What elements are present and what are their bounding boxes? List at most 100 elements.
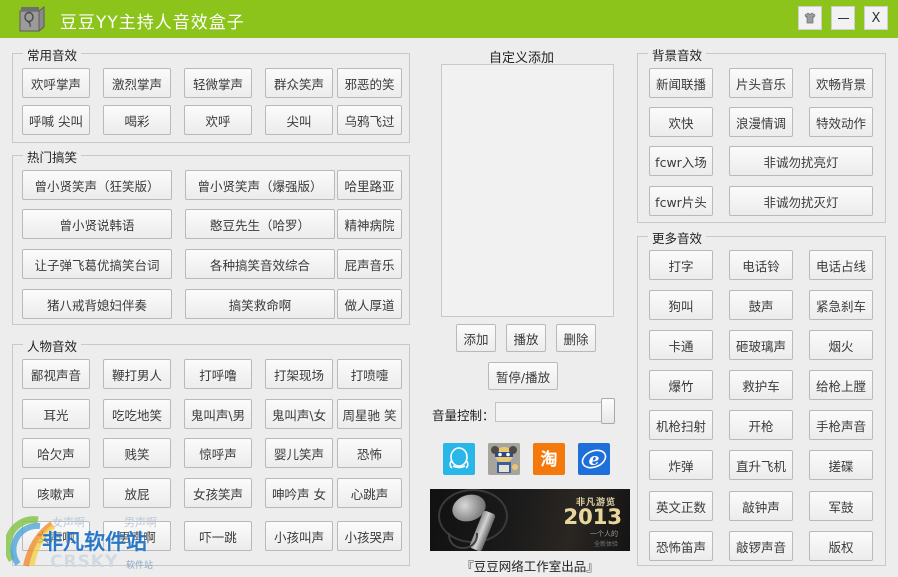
sound-button[interactable]: 浪漫情调 — [729, 107, 793, 137]
sound-button[interactable]: 狗叫 — [649, 290, 713, 320]
title-bar: 豆豆YY主持人音效盒子 X — [0, 0, 898, 38]
sound-button[interactable]: 屁声音乐 — [337, 249, 402, 279]
sound-button[interactable]: 炸弹 — [649, 450, 713, 480]
sound-button[interactable]: 直升飞机 — [729, 450, 793, 480]
sound-button[interactable]: 激烈掌声 — [103, 68, 171, 98]
sound-button[interactable]: 男声啊 — [103, 521, 171, 551]
sound-button[interactable]: 鄙视声音 — [22, 359, 90, 389]
sound-button[interactable]: 版权 — [809, 531, 873, 561]
mascot-icon[interactable] — [488, 443, 520, 475]
sound-button[interactable]: 欢呼掌声 — [22, 68, 90, 98]
sound-button[interactable]: 恐怖笛声 — [649, 531, 713, 561]
sound-button[interactable]: 曾小贤说韩语 — [22, 209, 172, 239]
sound-button[interactable]: 打喷嚏 — [337, 359, 402, 389]
sound-button[interactable]: 哈里路亚 — [337, 170, 402, 200]
sound-button[interactable]: 贱笑 — [103, 438, 171, 468]
sound-button[interactable]: 女声啊 — [22, 521, 90, 551]
sound-button[interactable]: 鬼叫声\男 — [184, 399, 252, 429]
sound-button[interactable]: 耳光 — [22, 399, 90, 429]
sound-button[interactable]: 爆竹 — [649, 370, 713, 400]
sound-button[interactable]: 喝彩 — [103, 105, 171, 135]
sound-button[interactable]: 女孩笑声 — [184, 478, 252, 508]
sound-button[interactable]: 憨豆先生（哈罗） — [185, 209, 335, 239]
sound-button[interactable]: 军鼓 — [809, 491, 873, 521]
sound-button[interactable]: 曾小贤笑声（狂笑版） — [22, 170, 172, 200]
sound-button[interactable]: 电话占线 — [809, 250, 873, 280]
sound-button[interactable]: 婴儿笑声 — [265, 438, 333, 468]
sound-button[interactable]: 乌鸦飞过 — [337, 105, 402, 135]
sound-button[interactable]: 让子弹飞葛优搞笑台词 — [22, 249, 172, 279]
sound-button[interactable]: 做人厚道 — [337, 289, 402, 319]
sound-button[interactable]: 曾小贤笑声（爆强版） — [185, 170, 335, 200]
sound-button[interactable]: 欢畅背景 — [809, 68, 873, 98]
volume-slider-track[interactable] — [495, 402, 613, 422]
sound-button[interactable]: 各种搞笑音效综合 — [185, 249, 335, 279]
sound-button[interactable]: fcwr片头 — [649, 186, 713, 216]
sound-button[interactable]: 片头音乐 — [729, 68, 793, 98]
sound-button[interactable]: 周星驰 笑 — [337, 399, 402, 429]
sound-button[interactable]: 新闻联播 — [649, 68, 713, 98]
sound-button[interactable]: 手枪声音 — [809, 410, 873, 440]
sound-button[interactable]: 搞笑救命啊 — [185, 289, 335, 319]
sound-button[interactable]: 敲钟声 — [729, 491, 793, 521]
internet-explorer-icon[interactable]: e — [578, 443, 610, 475]
sound-button[interactable]: 群众笑声 — [265, 68, 333, 98]
sound-button[interactable]: 小孩叫声 — [265, 521, 333, 551]
skin-button[interactable] — [798, 6, 822, 30]
close-button[interactable]: X — [864, 6, 888, 30]
qq-icon[interactable] — [443, 443, 475, 475]
sound-button[interactable]: 卡通 — [649, 330, 713, 360]
sound-button[interactable]: 非诚勿扰灭灯 — [729, 186, 873, 216]
sound-button[interactable]: 恐怖 — [337, 438, 402, 468]
taobao-icon[interactable]: 淘 — [533, 443, 565, 475]
sound-button[interactable]: 开枪 — [729, 410, 793, 440]
sound-button[interactable]: 欢快 — [649, 107, 713, 137]
sound-button[interactable]: 猪八戒背媳妇伴奏 — [22, 289, 172, 319]
sound-button[interactable]: 小孩哭声 — [337, 521, 402, 551]
sound-button[interactable]: 欢呼 — [184, 105, 252, 135]
sound-button[interactable]: 电话铃 — [729, 250, 793, 280]
sound-button[interactable]: 打字 — [649, 250, 713, 280]
sound-button[interactable]: 放屁 — [103, 478, 171, 508]
sound-button[interactable]: fcwr入场 — [649, 146, 713, 176]
sound-button[interactable]: 呼喊 尖叫 — [22, 105, 90, 135]
sound-button[interactable]: 非诚勿扰亮灯 — [729, 146, 873, 176]
sound-button[interactable]: 惊呼声 — [184, 438, 252, 468]
sound-button[interactable]: 心跳声 — [337, 478, 402, 508]
sound-button[interactable]: 尖叫 — [265, 105, 333, 135]
sound-button[interactable]: 英文正数 — [649, 491, 713, 521]
add-button[interactable]: 添加 — [456, 324, 496, 352]
sound-button[interactable]: 鼓声 — [729, 290, 793, 320]
volume-slider-thumb[interactable] — [601, 398, 615, 424]
sound-button[interactable]: 烟火 — [809, 330, 873, 360]
sound-button[interactable]: 轻微掌声 — [184, 68, 252, 98]
delete-button[interactable]: 删除 — [556, 324, 596, 352]
sound-button[interactable]: 吃吃地笑 — [103, 399, 171, 429]
pause-play-button[interactable]: 暂停/播放 — [488, 362, 558, 390]
sound-button[interactable]: 打呼噜 — [184, 359, 252, 389]
sound-button[interactable]: 特效动作 — [809, 107, 873, 137]
sound-button[interactable]: 呻吟声 女 — [265, 478, 333, 508]
sound-button[interactable]: 紧急刹车 — [809, 290, 873, 320]
sound-button[interactable]: 鬼叫声\女 — [265, 399, 333, 429]
sound-button[interactable]: 吓一跳 — [184, 521, 252, 551]
sound-button[interactable]: 哈欠声 — [22, 438, 90, 468]
banner-sub-text-2: 全新体验 — [593, 541, 618, 548]
window-title: 豆豆YY主持人音效盒子 — [60, 13, 245, 33]
sound-button[interactable]: 邪恶的笑 — [337, 68, 402, 98]
promo-banner[interactable]: 非凡游览 2013 一个人的 全新体验 — [430, 489, 630, 551]
sound-button[interactable]: 精神病院 — [337, 209, 402, 239]
sound-button[interactable]: 给枪上膛 — [809, 370, 873, 400]
sound-button[interactable]: 救护车 — [729, 370, 793, 400]
svg-text:淘: 淘 — [541, 449, 558, 470]
play-button[interactable]: 播放 — [506, 324, 546, 352]
sound-button[interactable]: 打架现场 — [265, 359, 333, 389]
sound-button[interactable]: 敲锣声音 — [729, 531, 793, 561]
sound-button[interactable]: 砸玻璃声 — [729, 330, 793, 360]
sound-button[interactable]: 鞭打男人 — [103, 359, 171, 389]
sound-button[interactable]: 搓碟 — [809, 450, 873, 480]
custom-sound-list[interactable] — [441, 64, 614, 317]
minimize-button[interactable] — [831, 6, 855, 30]
sound-button[interactable]: 咳嗽声 — [22, 478, 90, 508]
sound-button[interactable]: 机枪扫射 — [649, 410, 713, 440]
